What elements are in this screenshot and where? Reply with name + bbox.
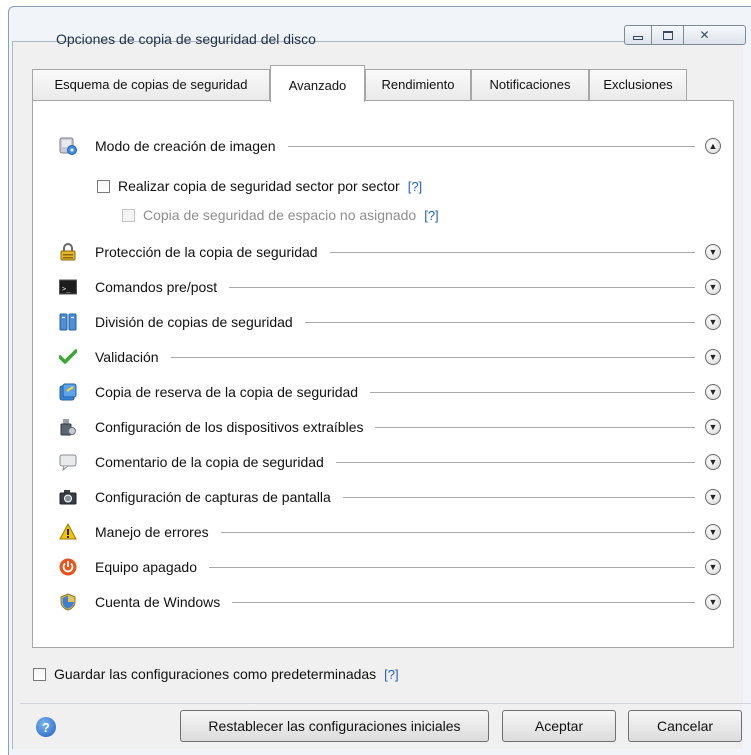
chevron-down-icon[interactable]: ▼ [705, 489, 721, 505]
section-divider [229, 286, 695, 288]
section-divider [370, 391, 695, 393]
unallocated-checkbox[interactable] [122, 208, 135, 222]
checkmark-icon [59, 348, 77, 366]
unallocated-option: Copia de seguridad de espacio no asignad… [122, 207, 439, 223]
section-divider [220, 531, 695, 533]
section-label: Comandos pre/post [95, 279, 218, 295]
section-label: Modo de creación de imagen [95, 138, 276, 154]
section-label: Protección de la copia de seguridad [95, 244, 318, 260]
sector-by-sector-label[interactable]: Realizar copia de seguridad sector por s… [118, 178, 400, 194]
windows-shield-icon [59, 593, 77, 611]
help-icon[interactable]: ? [36, 717, 56, 737]
section-backup-splitting[interactable]: División de copias de seguridad ▼ [59, 311, 721, 333]
section-divider [232, 601, 695, 603]
section-removable-devices[interactable]: Configuración de los dispositivos extraí… [59, 416, 721, 438]
minimize-button[interactable] [624, 25, 652, 45]
section-validation[interactable]: Validación ▼ [59, 346, 721, 368]
close-button[interactable]: ✕ [684, 25, 746, 45]
save-default-option: Guardar las configuraciones como predete… [33, 666, 399, 682]
section-label: Manejo de errores [95, 524, 209, 540]
window-title: Opciones de copia de seguridad del disco [56, 31, 316, 47]
cancel-button[interactable]: Cancelar [628, 710, 742, 742]
footer-divider [20, 703, 751, 704]
section-label: Configuración de capturas de pantalla [95, 489, 331, 505]
maximize-icon [662, 30, 673, 40]
chevron-down-icon[interactable]: ▼ [705, 419, 721, 435]
section-label: Validación [95, 349, 159, 365]
chevron-down-icon[interactable]: ▼ [705, 314, 721, 330]
chevron-down-icon[interactable]: ▼ [705, 349, 721, 365]
maximize-button[interactable] [652, 25, 684, 45]
sector-by-sector-option: Realizar copia de seguridad sector por s… [97, 178, 422, 194]
section-label: Cuenta de Windows [95, 594, 221, 610]
section-label: Configuración de los dispositivos extraí… [95, 419, 364, 435]
section-screenshot-settings[interactable]: Configuración de capturas de pantalla ▼ [59, 486, 721, 508]
section-label: Comentario de la copia de seguridad [95, 454, 324, 470]
chevron-down-icon[interactable]: ▼ [705, 244, 721, 260]
section-windows-account[interactable]: Cuenta de Windows ▼ [59, 591, 721, 613]
save-default-checkbox[interactable] [33, 667, 46, 681]
section-reserve-copy[interactable]: Copia de reserva de la copia de segurida… [59, 381, 721, 403]
chevron-down-icon[interactable]: ▼ [705, 279, 721, 295]
save-default-label[interactable]: Guardar las configuraciones como predete… [54, 666, 376, 682]
section-divider [375, 426, 695, 428]
reset-settings-button[interactable]: Restablecer las configuraciones iniciale… [180, 710, 489, 742]
sector-help-link[interactable]: [?] [408, 179, 422, 194]
chevron-down-icon[interactable]: ▼ [705, 524, 721, 540]
section-divider [329, 251, 695, 253]
section-divider [209, 566, 695, 568]
tab-performance[interactable]: Rendimiento [365, 69, 471, 101]
comment-icon [59, 453, 77, 471]
section-divider [304, 321, 695, 323]
close-icon: ✕ [699, 28, 710, 42]
section-backup-protection[interactable]: Protección de la copia de seguridad ▼ [59, 241, 721, 263]
sector-by-sector-checkbox[interactable] [97, 179, 110, 193]
section-image-mode[interactable]: Modo de creación de imagen ▲ [59, 135, 721, 157]
section-computer-shutdown[interactable]: Equipo apagado ▼ [59, 556, 721, 578]
camera-icon [59, 488, 77, 506]
tab-advanced[interactable]: Avanzado [270, 65, 365, 102]
unallocated-help-link[interactable]: [?] [424, 208, 438, 223]
tab-backup-scheme[interactable]: Esquema de copias de seguridad [32, 69, 270, 101]
chevron-down-icon[interactable]: ▼ [705, 594, 721, 610]
warning-icon [59, 523, 77, 541]
section-label: Copia de reserva de la copia de segurida… [95, 384, 359, 400]
section-divider [335, 461, 695, 463]
reserve-copy-icon [59, 383, 77, 401]
chevron-down-icon[interactable]: ▼ [705, 559, 721, 575]
usb-device-icon [59, 418, 77, 436]
section-label: División de copias de seguridad [95, 314, 293, 330]
power-icon [59, 558, 77, 576]
split-archive-icon [59, 313, 77, 331]
minimize-icon [633, 36, 643, 40]
chevron-up-icon[interactable]: ▲ [705, 138, 721, 154]
tab-exclusions[interactable]: Exclusiones [589, 69, 687, 101]
section-divider [342, 496, 695, 498]
section-backup-comment[interactable]: Comentario de la copia de seguridad ▼ [59, 451, 721, 473]
svg-text:>_: >_ [62, 285, 71, 293]
ok-button[interactable]: Aceptar [502, 710, 616, 742]
unallocated-label: Copia de seguridad de espacio no asignad… [143, 207, 417, 223]
lock-icon [59, 243, 77, 261]
section-divider [170, 356, 695, 358]
section-label: Equipo apagado [95, 559, 197, 575]
save-default-help-link[interactable]: [?] [384, 667, 398, 682]
advanced-panel: Modo de creación de imagen ▲ Realizar co… [32, 100, 734, 648]
section-error-handling[interactable]: Manejo de errores ▼ [59, 521, 721, 543]
chevron-down-icon[interactable]: ▼ [705, 454, 721, 470]
tab-notifications[interactable]: Notificaciones [471, 69, 589, 101]
section-divider [287, 145, 695, 147]
section-pre-post-commands[interactable]: >_ Comandos pre/post ▼ [59, 276, 721, 298]
chevron-down-icon[interactable]: ▼ [705, 384, 721, 400]
terminal-icon: >_ [59, 278, 77, 296]
disk-image-icon [59, 137, 77, 155]
